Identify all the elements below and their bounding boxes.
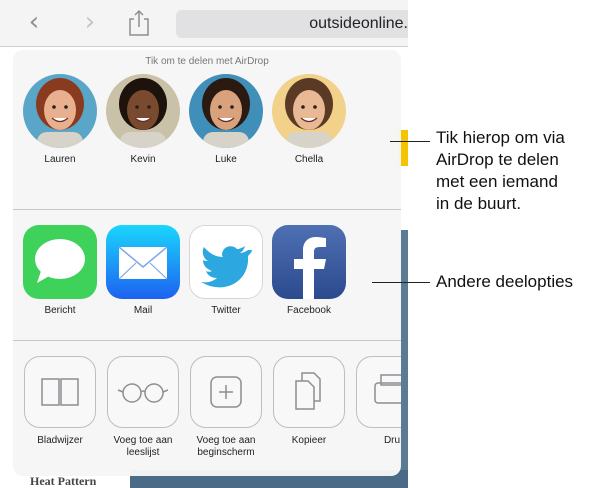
person-name: Kevin	[130, 154, 156, 165]
share-app-mail[interactable]: Mail	[104, 225, 182, 316]
action-label: Voeg toe aan beginscherm	[196, 435, 256, 458]
app-label: Facebook	[287, 305, 331, 316]
person-name: Luke	[215, 154, 237, 165]
sheet-divider	[13, 209, 401, 210]
action-label: Bladwijzer	[37, 435, 83, 446]
share-button[interactable]	[126, 9, 152, 37]
share-action[interactable]: Kopieer	[270, 356, 348, 447]
avatar	[106, 74, 180, 148]
background-text-fragment: Heat Pattern	[30, 474, 97, 488]
share-action[interactable]: Bladwijzer	[21, 356, 99, 447]
avatar	[189, 74, 263, 148]
facebook-icon	[272, 225, 346, 299]
book-icon	[24, 356, 96, 428]
callout-airdrop-line: in de buurt.	[436, 194, 522, 213]
share-action[interactable]: Voeg toe aan leeslijst	[104, 356, 182, 459]
airdrop-person[interactable]: Luke	[187, 74, 265, 165]
browser-toolbar: ‹ › outsideonline.	[0, 0, 408, 47]
action-label: Dru	[383, 435, 401, 446]
ipad-screen: Heat Pattern ‹ › outsideonline. Tik om t…	[0, 0, 408, 488]
back-button[interactable]: ‹	[22, 9, 46, 35]
sheet-divider	[13, 340, 401, 341]
action-label: Voeg toe aan leeslijst	[113, 435, 173, 458]
share-app-twitter[interactable]: Twitter	[187, 225, 265, 316]
callout-line-airdrop	[390, 141, 430, 142]
address-bar[interactable]: outsideonline.	[176, 10, 408, 38]
callout-airdrop: Tik hierop om via AirDrop te delen met e…	[436, 127, 596, 215]
share-sheet: Tik om te delen met AirDrop Lauren Kevin L…	[13, 50, 401, 476]
person-photo-icon	[189, 74, 263, 148]
mail-icon	[106, 225, 180, 299]
forward-button[interactable]: ›	[78, 9, 102, 35]
airdrop-person[interactable]: Chella	[270, 74, 348, 165]
callout-other: Andere deelopties	[436, 272, 574, 291]
person-name: Chella	[294, 154, 324, 165]
app-label: Twitter	[211, 305, 241, 316]
glasses-icon	[107, 356, 179, 428]
messages-icon	[23, 225, 97, 299]
share-action[interactable]: Dru	[353, 356, 401, 447]
share-action[interactable]: Voeg toe aan beginscherm	[187, 356, 265, 459]
person-photo-icon	[23, 74, 97, 148]
app-label: Mail	[133, 305, 153, 316]
background-photo-edge	[400, 230, 408, 488]
plus-icon	[190, 356, 262, 428]
action-label: Kopieer	[291, 435, 327, 446]
person-photo-icon	[272, 74, 346, 148]
address-url: outsideonline.	[309, 15, 408, 32]
callout-airdrop-line: Tik hierop om via	[436, 128, 565, 147]
share-icon	[129, 9, 149, 36]
person-photo-icon	[106, 74, 180, 148]
share-app-facebook[interactable]: Facebook	[270, 225, 348, 316]
airdrop-person[interactable]: Lauren	[21, 74, 99, 165]
twitter-icon	[189, 225, 263, 299]
copy-icon	[273, 356, 345, 428]
app-label: Bericht	[44, 305, 76, 316]
person-name: Lauren	[44, 154, 76, 165]
callout-airdrop-line: met een iemand	[436, 172, 558, 191]
share-app-bericht[interactable]: Bericht	[21, 225, 99, 316]
print-icon	[356, 356, 401, 428]
callout-line-other	[372, 282, 430, 283]
airdrop-title: Tik om te delen met AirDrop	[145, 56, 269, 67]
avatar	[23, 74, 97, 148]
airdrop-person[interactable]: Kevin	[104, 74, 182, 165]
avatar	[272, 74, 346, 148]
callout-airdrop-line: AirDrop te delen	[436, 150, 559, 169]
